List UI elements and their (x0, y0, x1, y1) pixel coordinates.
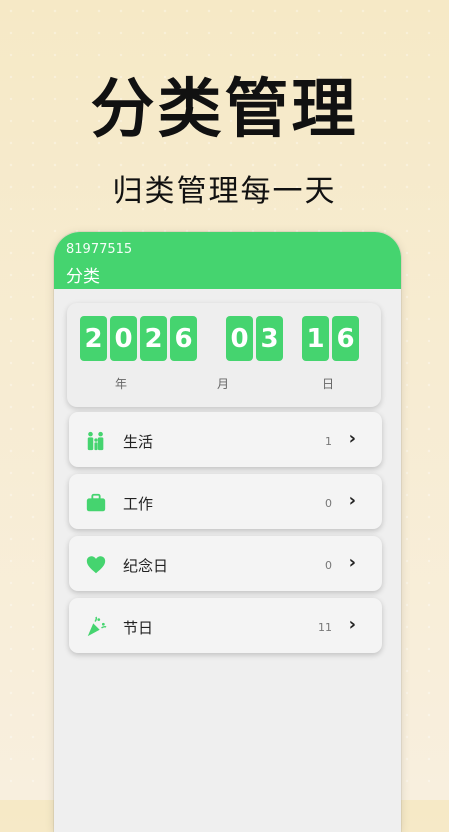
family-icon (87, 431, 104, 451)
chevron-right-icon: › (348, 490, 356, 511)
category-count: 0 (325, 559, 332, 572)
hero-title: 分类管理 (90, 73, 359, 147)
party-popper-icon (87, 616, 107, 637)
chevron-right-icon: › (348, 428, 356, 449)
category-count: 11 (318, 621, 332, 634)
category-label: 生活 (123, 433, 154, 451)
category-count: 0 (325, 497, 332, 510)
hero-subtitle: 归类管理每一天 (112, 174, 337, 209)
day-digit: 1 (302, 316, 329, 361)
category-count: 1 (325, 435, 332, 448)
category-label: 纪念日 (123, 557, 169, 575)
app-bar: 81977515 分类 (54, 232, 401, 289)
year-digit: 6 (170, 316, 197, 361)
year-label: 年 (115, 377, 128, 391)
briefcase-icon (86, 493, 106, 512)
category-item-holiday[interactable]: 节日 11 › (69, 598, 382, 653)
month-digit: 0 (226, 316, 253, 361)
date-card: 2 0 2 6 0 3 1 6 年 月 日 (67, 303, 381, 407)
phone-screen: 81977515 分类 2 0 2 6 0 3 1 6 年 月 日 生活 1 › (54, 232, 401, 832)
year-digit: 2 (140, 316, 167, 361)
page-title: 分类 (66, 267, 100, 287)
chevron-right-icon: › (348, 552, 356, 573)
category-label: 节日 (123, 619, 154, 637)
day-digit: 6 (332, 316, 359, 361)
user-id: 81977515 (66, 242, 133, 257)
year-digit: 0 (110, 316, 137, 361)
chevron-right-icon: › (348, 614, 356, 635)
heart-icon (86, 556, 106, 574)
month-digit: 3 (256, 316, 283, 361)
month-label: 月 (217, 377, 230, 391)
category-label: 工作 (123, 495, 154, 513)
category-item-work[interactable]: 工作 0 › (69, 474, 382, 529)
category-item-anniversary[interactable]: 纪念日 0 › (69, 536, 382, 591)
category-item-life[interactable]: 生活 1 › (69, 412, 382, 467)
day-label: 日 (322, 377, 335, 391)
year-digit: 2 (80, 316, 107, 361)
